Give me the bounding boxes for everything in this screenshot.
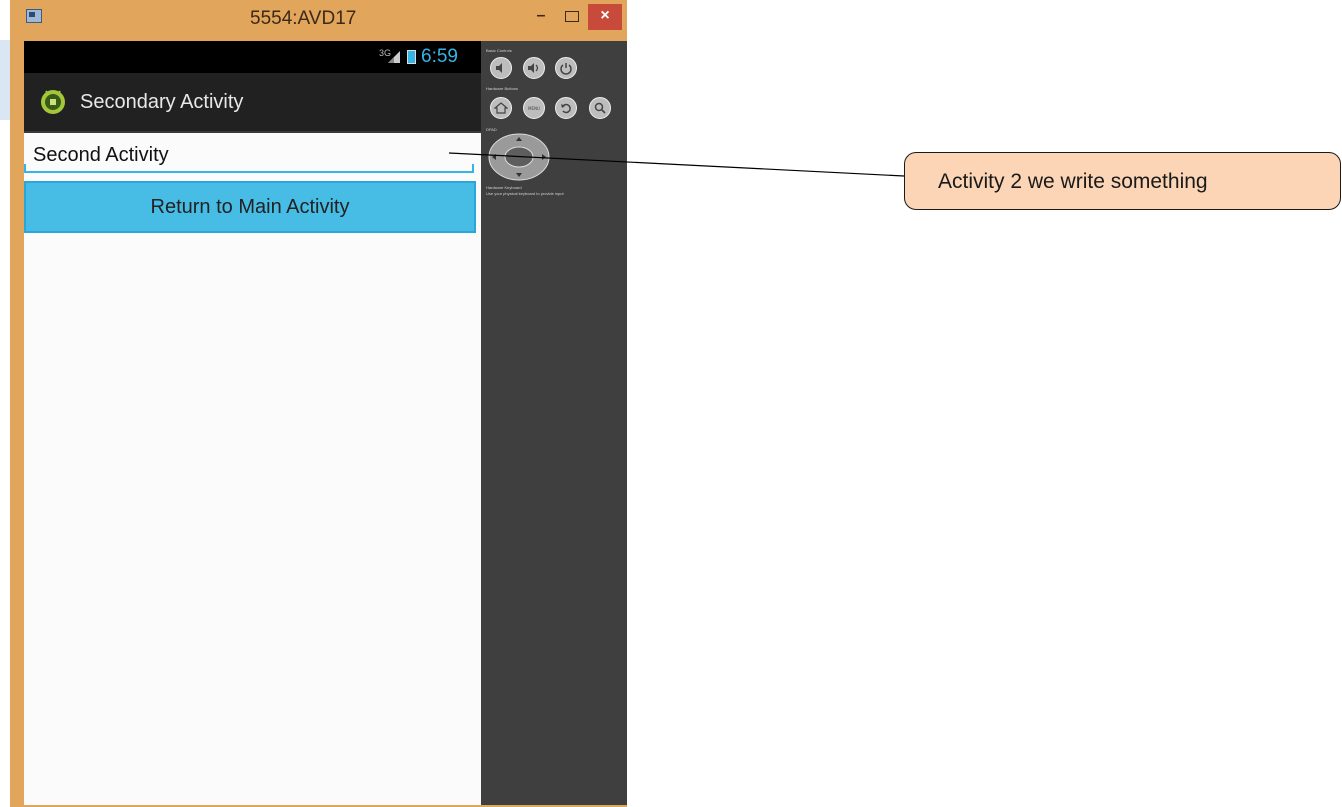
android-app-icon — [41, 90, 65, 114]
emulator-controls-panel: Basic Controls Hardware Buttons MENU DPA… — [481, 41, 627, 805]
status-time: 6:59 — [421, 46, 458, 67]
hardware-buttons-label: Hardware Buttons — [486, 86, 519, 91]
second-activity-input[interactable] — [24, 137, 474, 173]
home-icon — [494, 102, 508, 114]
action-bar: Secondary Activity — [24, 73, 481, 131]
title-bar[interactable]: 5554:AVD17 – × — [10, 0, 627, 40]
home-button[interactable] — [490, 97, 512, 119]
volume-down-icon — [496, 63, 502, 73]
background-app-strip — [0, 40, 10, 120]
input-underline — [24, 171, 474, 173]
emulator-window: 5554:AVD17 – × 3G 6:59 Secondary Activit… — [10, 0, 627, 807]
signal-icon — [388, 51, 400, 63]
window-app-icon — [26, 9, 42, 23]
volume-down-button[interactable] — [490, 57, 512, 79]
maximize-icon — [565, 11, 579, 22]
svg-text:MENU: MENU — [528, 106, 540, 111]
return-to-main-button[interactable]: Return to Main Activity — [24, 181, 476, 233]
menu-icon: MENU — [528, 106, 540, 111]
minimize-button[interactable]: – — [526, 4, 556, 30]
close-button[interactable]: × — [588, 4, 622, 30]
hardware-keyboard-hint: Use your physical keyboard to provide in… — [486, 191, 564, 196]
battery-icon — [407, 50, 416, 64]
dpad-control[interactable] — [488, 133, 550, 181]
device-screen: 3G 6:59 Secondary Activity Second Activi… — [24, 41, 481, 805]
annotation-callout: Activity 2 we write something — [904, 152, 1341, 210]
hardware-keyboard-label: Hardware Keyboard — [486, 185, 522, 190]
activity-title: Secondary Activity — [80, 91, 244, 113]
status-bar: 3G 6:59 — [24, 41, 481, 73]
volume-up-button[interactable] — [523, 57, 545, 79]
search-button[interactable] — [589, 97, 611, 119]
edit-text — [24, 137, 477, 175]
back-button[interactable] — [555, 97, 577, 119]
back-icon — [561, 103, 571, 114]
power-button[interactable] — [555, 57, 577, 79]
search-icon — [594, 102, 606, 114]
input-underline-left-tick — [24, 164, 26, 172]
input-underline-right-tick — [472, 164, 474, 172]
volume-up-icon — [528, 63, 539, 73]
action-bar-divider — [24, 131, 481, 133]
power-icon — [560, 63, 572, 75]
dpad-label: DPAD — [486, 127, 497, 132]
background-app-edge — [0, 0, 10, 807]
callout-text: Activity 2 we write something — [938, 170, 1208, 193]
maximize-button[interactable] — [557, 4, 587, 30]
menu-button[interactable]: MENU — [523, 97, 545, 119]
window-title: 5554:AVD17 — [250, 8, 357, 29]
basic-controls-label: Basic Controls — [486, 48, 512, 53]
